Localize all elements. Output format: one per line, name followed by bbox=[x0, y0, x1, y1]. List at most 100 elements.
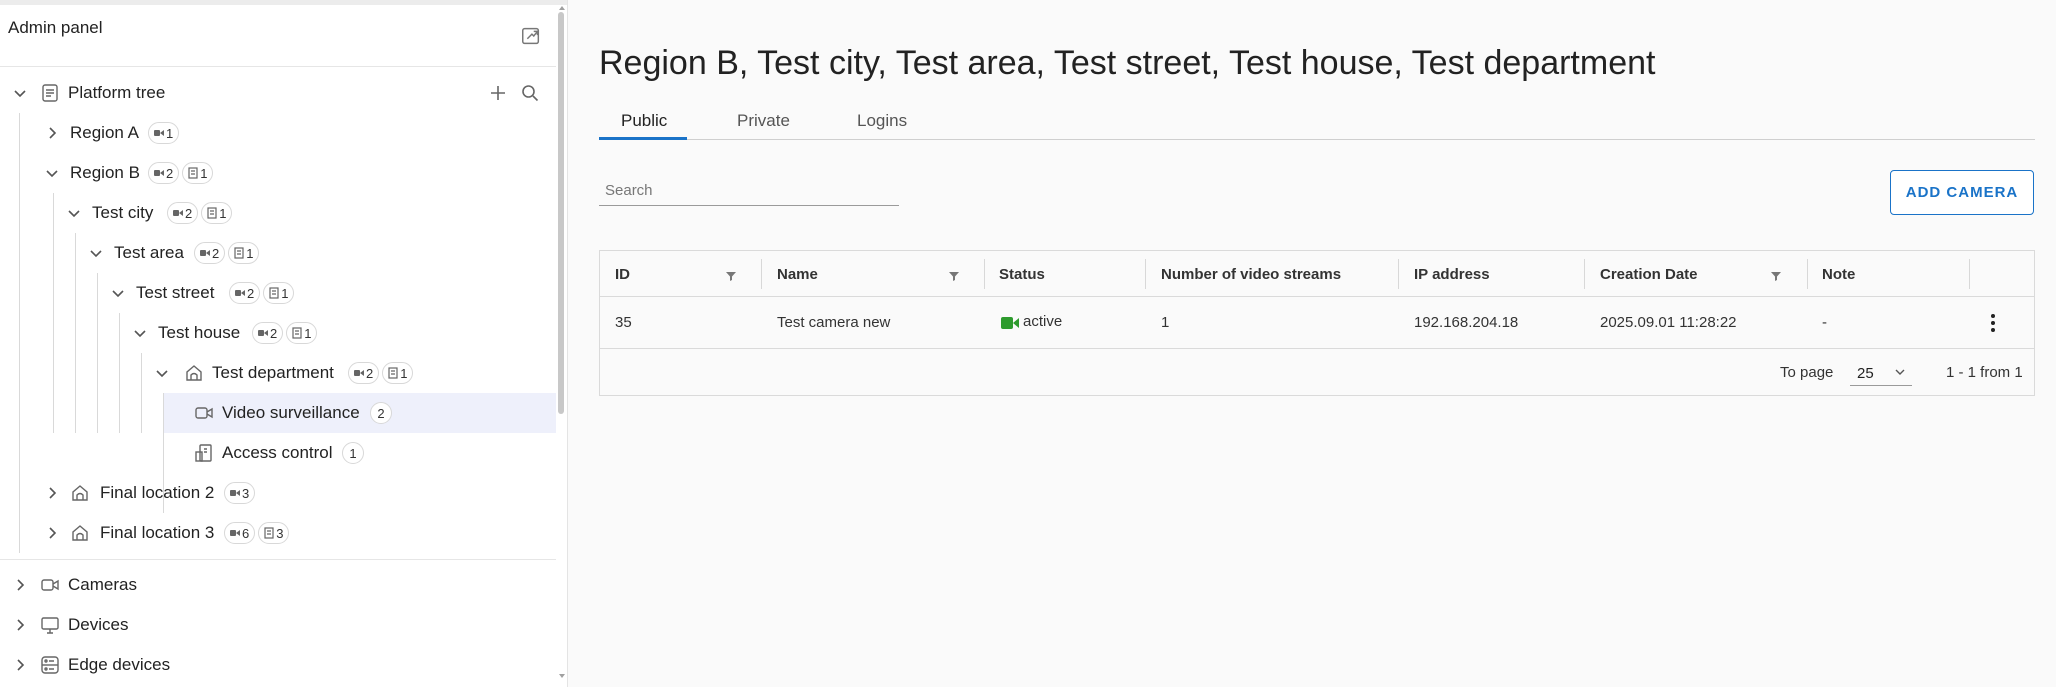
search-icon[interactable] bbox=[520, 83, 540, 103]
tree-node-test-area[interactable]: Test area 2 1 bbox=[0, 233, 556, 273]
access-count-badge: 1 bbox=[182, 162, 214, 184]
per-page-select[interactable]: 25 bbox=[1850, 358, 1912, 386]
more-vertical-icon[interactable] bbox=[1981, 311, 2005, 335]
tree-node-label: Access control bbox=[222, 443, 333, 462]
chevron-down-icon bbox=[1895, 369, 1905, 375]
tree-node-label: Test department bbox=[212, 363, 334, 382]
add-camera-button[interactable]: ADD CAMERA bbox=[1890, 170, 2034, 215]
chevron-down-icon[interactable] bbox=[110, 285, 126, 301]
door-icon bbox=[269, 287, 279, 299]
tree-node-final-location-2[interactable]: Final location 2 3 bbox=[0, 473, 556, 513]
column-divider[interactable] bbox=[1807, 259, 1808, 289]
chevron-down-icon[interactable] bbox=[12, 85, 28, 101]
cell-note: - bbox=[1822, 314, 1827, 331]
column-header-note[interactable]: Note bbox=[1822, 251, 1855, 297]
tree-node-video-surveillance[interactable]: Video surveillance 2 bbox=[164, 393, 556, 433]
sidebar-title: Admin panel bbox=[8, 18, 103, 37]
section-label: Edge devices bbox=[68, 655, 171, 674]
document-icon bbox=[42, 84, 58, 102]
cell-created: 2025.09.01 11:28:22 bbox=[1600, 314, 1737, 331]
tree-node-test-house[interactable]: Test house 2 1 bbox=[0, 313, 556, 353]
column-divider[interactable] bbox=[984, 259, 985, 289]
tree-node-region-b[interactable]: Region B 2 1 bbox=[0, 153, 556, 193]
cell-name: Test camera new bbox=[777, 314, 891, 331]
tree-node-test-department[interactable]: Test department 2 1 bbox=[0, 353, 556, 393]
table-row[interactable]: 35 Test camera new active 1 192.168.204.… bbox=[600, 297, 2034, 349]
monitor-icon bbox=[41, 617, 59, 634]
camera-icon bbox=[354, 370, 364, 376]
filter-icon[interactable] bbox=[948, 270, 960, 282]
column-header-ip[interactable]: IP address bbox=[1414, 251, 1490, 297]
column-header-streams[interactable]: Number of video streams bbox=[1161, 251, 1341, 297]
chevron-right-icon[interactable] bbox=[44, 485, 60, 501]
column-divider[interactable] bbox=[1969, 259, 1970, 289]
video-camera-icon bbox=[41, 579, 59, 591]
chevron-down-icon[interactable] bbox=[132, 325, 148, 341]
camera-icon bbox=[154, 170, 164, 176]
tab-logins[interactable]: Logins bbox=[857, 111, 907, 131]
table-pagination: To page 25 1 - 1 from 1 bbox=[600, 349, 2034, 395]
main-content: Region B, Test city, Test area, Test str… bbox=[568, 0, 2056, 687]
chevron-right-icon[interactable] bbox=[44, 125, 60, 141]
scroll-down-arrow-icon[interactable] bbox=[557, 672, 567, 680]
chevron-down-icon[interactable] bbox=[44, 165, 60, 181]
tree-root-platform[interactable]: Platform tree bbox=[0, 73, 556, 113]
camera-count-badge: 2 bbox=[252, 322, 284, 344]
camera-count-badge: 2 bbox=[229, 282, 261, 304]
tree-node-label: Final location 3 bbox=[100, 523, 215, 542]
chevron-right-icon[interactable] bbox=[44, 525, 60, 541]
tree-node-test-street[interactable]: Test street 2 1 bbox=[0, 273, 556, 313]
tab-public[interactable]: Public bbox=[621, 111, 667, 131]
camera-icon bbox=[173, 210, 183, 216]
section-cameras[interactable]: Cameras bbox=[0, 565, 556, 605]
chevron-right-icon[interactable] bbox=[12, 577, 28, 593]
tree-node-region-a[interactable]: Region A 1 bbox=[0, 113, 556, 153]
column-header-creation-date[interactable]: Creation Date bbox=[1600, 251, 1698, 297]
door-icon bbox=[264, 527, 274, 539]
tab-private[interactable]: Private bbox=[737, 111, 790, 131]
access-count-badge: 1 bbox=[201, 202, 233, 224]
server-icon bbox=[41, 656, 59, 674]
camera-count-badge: 2 bbox=[167, 202, 199, 224]
cell-status: active bbox=[1023, 313, 1063, 330]
column-header-status[interactable]: Status bbox=[999, 251, 1045, 297]
tree-node-label: Test street bbox=[136, 283, 215, 302]
column-header-name[interactable]: Name bbox=[777, 251, 818, 297]
column-divider[interactable] bbox=[1145, 259, 1146, 289]
scroll-up-arrow-icon[interactable] bbox=[557, 4, 567, 12]
chevron-right-icon[interactable] bbox=[12, 657, 28, 673]
filter-icon[interactable] bbox=[725, 270, 737, 282]
sidebar-scrollbar-thumb[interactable] bbox=[558, 12, 564, 414]
camera-count-badge: 1 bbox=[148, 122, 180, 144]
section-label: Cameras bbox=[68, 575, 137, 594]
section-devices[interactable]: Devices bbox=[0, 605, 556, 645]
tree-node-final-location-3[interactable]: Final location 3 6 3 bbox=[0, 513, 556, 553]
chevron-right-icon[interactable] bbox=[12, 617, 28, 633]
pagination-range: 1 - 1 from 1 bbox=[1946, 364, 2023, 381]
door-icon bbox=[207, 207, 217, 219]
filter-icon[interactable] bbox=[1770, 270, 1782, 282]
camera-icon bbox=[235, 290, 245, 296]
tree-node-label: Video surveillance bbox=[222, 403, 360, 422]
chevron-down-icon[interactable] bbox=[66, 205, 82, 221]
tree-node-label: Test area bbox=[114, 243, 184, 262]
search-field[interactable] bbox=[599, 176, 899, 206]
section-edge-devices[interactable]: Edge devices bbox=[0, 645, 556, 685]
sidebar-divider bbox=[0, 559, 556, 560]
add-icon[interactable] bbox=[488, 83, 508, 103]
column-divider[interactable] bbox=[1398, 259, 1399, 289]
tree-node-access-control[interactable]: Access control 1 bbox=[164, 433, 556, 473]
search-input[interactable] bbox=[599, 176, 899, 204]
chevron-down-icon[interactable] bbox=[88, 245, 104, 261]
chevron-down-icon[interactable] bbox=[154, 365, 170, 381]
open-external-icon[interactable] bbox=[520, 25, 542, 47]
sidebar: Admin panel Platform tree Region A 1 Reg… bbox=[0, 0, 568, 687]
per-page-value: 25 bbox=[1857, 365, 1874, 382]
tree-node-label: Test city bbox=[92, 203, 154, 222]
column-divider[interactable] bbox=[761, 259, 762, 289]
column-header-id[interactable]: ID bbox=[615, 251, 630, 297]
tree-node-test-city[interactable]: Test city 2 1 bbox=[0, 193, 556, 233]
column-divider[interactable] bbox=[1584, 259, 1585, 289]
camera-count-badge: 2 bbox=[148, 162, 180, 184]
page-title: Region B, Test city, Test area, Test str… bbox=[599, 44, 1656, 82]
